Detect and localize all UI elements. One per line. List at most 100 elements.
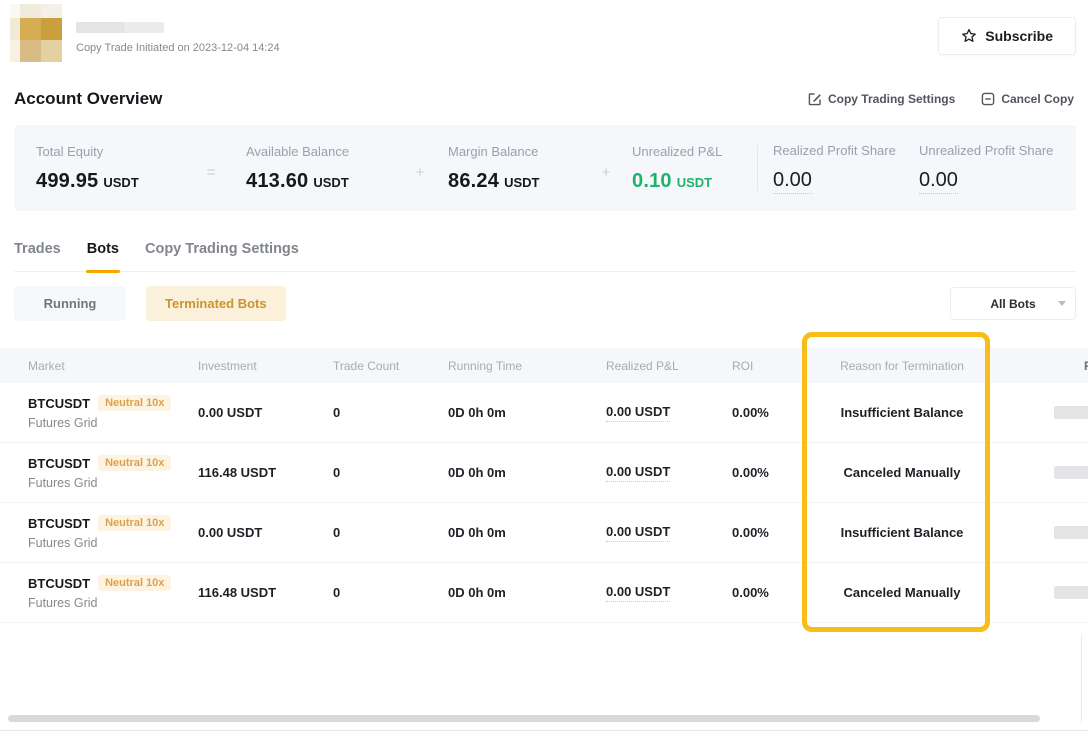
trade-count-value: 0 [333,465,448,480]
unrealized-profit-share-value: 0.00 [919,169,958,194]
roi-value: 0.00% [732,465,822,480]
unrealized-profit-share-label: Unrealized Profit Share [919,143,1053,158]
termination-reason: Canceled Manually [822,465,982,480]
realized-profit-share-label: Realized Profit Share [773,143,919,158]
bots-dropdown[interactable]: All Bots [950,287,1076,320]
bottom-divider [0,730,1088,731]
stat-total-equity: Total Equity 499.95USDT [36,144,176,193]
table-row: BTCUSDTNeutral 10x Futures Grid 0.00 USD… [0,383,1088,443]
realized-pnl-value: 0.00 USDT [606,464,670,482]
table-header: Market Investment Trade Count Running Ti… [0,348,1088,383]
grid-mode-badge: Neutral 10x [98,575,171,591]
investment-value: 0.00 USDT [198,405,333,420]
investment-value: 116.48 USDT [198,465,333,480]
action-button-redacted[interactable] [1054,406,1088,419]
account-overview-header: Account Overview Copy Trading Settings C… [14,89,1074,109]
stat-realized-profit-share: Realized Profit Share 0.00 [773,143,919,194]
copy-trade-initiated-text: Copy Trade Initiated on 2023-12-04 14:24 [76,42,280,54]
equals-operator: = [176,164,246,181]
account-stats-panel: Total Equity 499.95USDT = Available Bala… [14,125,1076,211]
horizontal-scrollbar[interactable] [8,715,1040,722]
realized-pnl-value: 0.00 USDT [606,404,670,422]
edit-icon [808,92,822,106]
running-time-value: 0D 0h 0m [448,405,606,420]
subscribe-label: Subscribe [985,28,1053,44]
trader-name-redacted [76,22,164,33]
table-row: BTCUSDT Neutral 10x Futures Grid 0.00 USD… [0,503,1088,563]
strategy-type: Futures Grid [28,536,198,550]
terminated-bots-table: Market Investment Trade Count Running Ti… [0,348,1088,623]
market-symbol: BTCUSDT [28,576,90,591]
col-trade-count: Trade Count [333,359,448,373]
copy-trading-settings-button[interactable]: Copy Trading Settings [808,92,955,106]
unrealized-pnl-value: 0.10 [632,170,672,193]
investment-value: 0.00 USDT [198,525,333,540]
action-button-redacted[interactable] [1054,526,1088,539]
unrealized-pnl-label: Unrealized P&L [632,144,742,159]
cancel-copy-button[interactable]: Cancel Copy [981,92,1074,106]
tab-copy-trading-settings[interactable]: Copy Trading Settings [145,241,299,271]
cancel-copy-label: Cancel Copy [1001,92,1074,106]
right-divider [1081,635,1082,723]
total-equity-value: 499.95 [36,170,98,193]
tab-trades[interactable]: Trades [14,241,61,271]
roi-value: 0.00% [732,525,822,540]
roi-value: 0.00% [732,585,822,600]
star-icon [961,28,977,44]
realized-pnl-value: 0.00 USDT [606,524,670,542]
chevron-down-icon [1058,301,1066,306]
active-tab-underline [86,270,120,273]
copy-trading-settings-label: Copy Trading Settings [828,92,955,106]
col-investment: Investment [198,359,333,373]
market-symbol: BTCUSDT [28,396,90,411]
col-clipped: R [1084,359,1088,373]
copy-trading-page: Copy Trade Initiated on 2023-12-04 14:24… [0,0,1088,733]
trader-avatar [10,4,62,62]
available-balance-value: 413.60 [246,170,308,193]
total-equity-label: Total Equity [36,144,176,159]
realized-profit-share-value: 0.00 [773,169,812,194]
filter-terminated-bots[interactable]: Terminated Bots [146,286,286,321]
table-row: BTCUSDTNeutral 10x Futures Grid 116.48 U… [0,443,1088,503]
action-button-redacted[interactable] [1054,466,1088,479]
strategy-type: Futures Grid [28,596,198,610]
running-time-value: 0D 0h 0m [448,585,606,600]
stat-margin-balance: Margin Balance 86.24USDT [448,144,580,193]
roi-value: 0.00% [732,405,822,420]
grid-mode-badge: Neutral 10x [98,455,171,471]
running-time-value: 0D 0h 0m [448,525,606,540]
realized-pnl-value: 0.00 USDT [606,584,670,602]
stat-unrealized-profit-share: Unrealized Profit Share 0.00 [919,143,1053,194]
margin-balance-value: 86.24 [448,170,499,193]
tab-bots[interactable]: Bots [87,241,119,271]
bots-dropdown-value: All Bots [990,297,1035,311]
trader-header: Copy Trade Initiated on 2023-12-04 14:24… [0,0,1088,62]
col-reason-for-termination: Reason for Termination [822,359,982,373]
minus-square-icon [981,92,995,106]
page-title: Account Overview [14,89,162,109]
col-roi: ROI [732,359,822,373]
filter-running[interactable]: Running [14,286,126,321]
investment-value: 116.48 USDT [198,585,333,600]
table-row: BTCUSDT Neutral 10x Futures Grid 116.48 U… [0,563,1088,623]
plus-operator: + [580,164,632,181]
subscribe-button[interactable]: Subscribe [938,17,1076,55]
grid-mode-badge: Neutral 10x [98,515,171,531]
termination-reason: Insufficient Balance [822,525,982,540]
bots-filter-row: Running Terminated Bots All Bots [14,286,1076,321]
stats-divider [757,145,758,191]
action-button-redacted[interactable] [1054,586,1088,599]
trade-count-value: 0 [333,525,448,540]
col-running-time: Running Time [448,359,606,373]
stat-available-balance: Available Balance 413.60USDT [246,144,392,193]
market-symbol: BTCUSDT [28,516,90,531]
strategy-type: Futures Grid [28,476,198,490]
termination-reason: Insufficient Balance [822,405,982,420]
trade-count-value: 0 [333,405,448,420]
margin-balance-label: Margin Balance [448,144,580,159]
grid-mode-badge: Neutral 10x [98,395,171,411]
trader-info: Copy Trade Initiated on 2023-12-04 14:24 [76,4,280,62]
col-market: Market [0,359,198,373]
col-realized-pnl: Realized P&L [606,359,732,373]
available-balance-label: Available Balance [246,144,392,159]
